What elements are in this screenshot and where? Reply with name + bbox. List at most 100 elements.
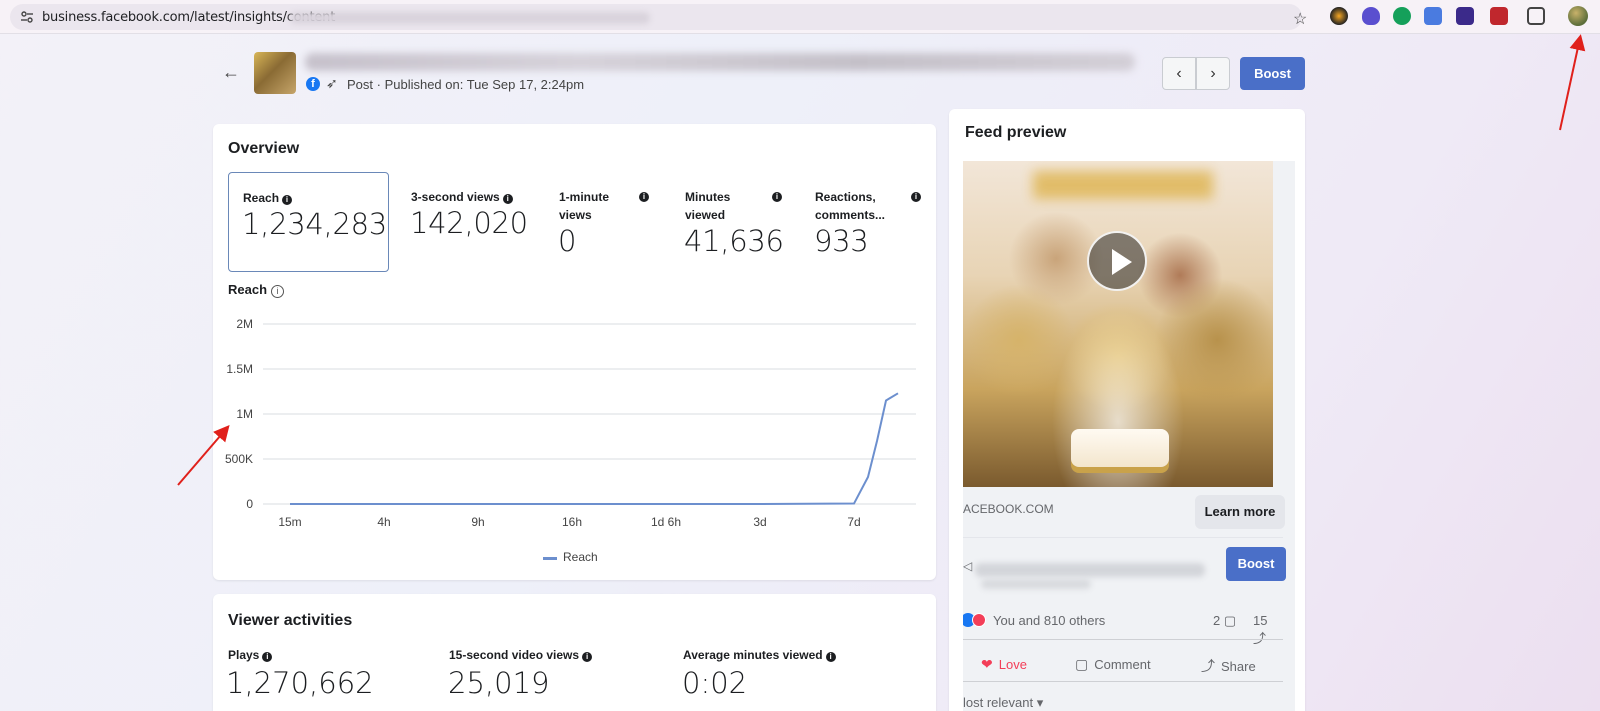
extensions-puzzle-icon[interactable] <box>1527 7 1545 25</box>
chevron-right-icon: › <box>1210 65 1216 82</box>
annotation-arrow-profile <box>1559 34 1586 131</box>
metric-label: Average minutes viewed <box>683 648 823 662</box>
plays-value: 1,270,662 <box>226 666 374 700</box>
translate-icon[interactable] <box>1424 7 1442 25</box>
feed-preview-title: Feed preview <box>965 124 1067 141</box>
info-icon[interactable]: i <box>262 652 273 662</box>
grammarly-icon[interactable] <box>1393 7 1411 25</box>
comments-count: 2 <box>1213 613 1221 628</box>
x-tick-label: 16h <box>562 515 582 529</box>
thumbs-icon: ◁ <box>963 559 973 573</box>
info-icon[interactable]: i <box>582 652 593 662</box>
overview-card: Overview Reach i 1,234,283 3-second views… <box>213 124 936 580</box>
info-circle-icon[interactable]: i <box>271 285 285 298</box>
comment-sort-dropdown[interactable]: lost relevant ▾ <box>963 695 1043 711</box>
comment-icon: ▢ <box>1075 656 1089 672</box>
viewer-activities-title: Viewer activities <box>228 612 353 629</box>
love-icon: ❤ <box>981 656 993 672</box>
extension-badge-icon[interactable] <box>1456 7 1474 25</box>
address-bar[interactable]: business.facebook.com/latest/insights/co… <box>10 4 1307 30</box>
chevron-left-icon: ‹ <box>1176 65 1182 82</box>
love-label: Love <box>998 657 1027 672</box>
birthday-cake-illustration <box>1071 429 1169 467</box>
fifteen-second-views-value: 25,019 <box>448 666 550 700</box>
metric-label: Minutes viewed <box>685 190 731 222</box>
metric-label: 3-second views <box>411 190 500 204</box>
feed-preview-frame[interactable]: ACEBOOK.COM Learn more ◁ Boost You and 8… <box>963 161 1295 711</box>
metric-label: 1-minute views <box>559 190 610 222</box>
url-blurred-segment <box>290 12 650 24</box>
metric-value: 1,234,283 <box>242 207 387 241</box>
y-tick-label: 1M <box>236 407 253 421</box>
info-icon[interactable]: i <box>825 652 836 662</box>
feed-preview-card: Feed preview ACEBOOK.COM Learn more ◁ Bo… <box>949 109 1305 711</box>
shares-count: 15 <box>1253 613 1268 628</box>
browser-toolbar: business.facebook.com/latest/insights/co… <box>0 0 1600 34</box>
play-icon[interactable] <box>1087 231 1147 291</box>
divider <box>963 537 1283 538</box>
profile-avatar[interactable] <box>1568 6 1588 26</box>
metric-3-second-views[interactable]: 3-second views i 142,020 <box>397 172 537 272</box>
caption-blurred-line <box>981 579 1091 589</box>
metric-label: 15-second video views <box>449 648 580 662</box>
y-tick-label: 0 <box>246 497 253 511</box>
divider <box>963 681 1283 682</box>
comment-label: Comment <box>1094 657 1151 672</box>
link-domain: ACEBOOK.COM <box>963 502 1054 516</box>
metric-reactions[interactable]: Reactions, comments... i 933 <box>801 172 931 272</box>
back-arrow-icon[interactable]: ← <box>222 62 240 83</box>
reactions-text[interactable]: You and 810 others <box>993 613 1105 628</box>
reach-series-line <box>290 392 899 505</box>
learn-more-button[interactable]: Learn more <box>1195 495 1285 529</box>
next-post-button[interactable]: › <box>1196 57 1230 90</box>
site-info-icon[interactable] <box>20 10 34 24</box>
extension-1-icon[interactable] <box>1330 7 1348 25</box>
post-thumbnail <box>254 52 296 94</box>
love-reaction-icon <box>972 613 986 627</box>
metric-reach[interactable]: Reach i 1,234,283 <box>228 172 389 272</box>
caption-blurred <box>975 563 1205 577</box>
legend-label[interactable]: Reach <box>563 550 598 564</box>
boost-preview-button[interactable]: Boost <box>1226 547 1286 581</box>
post-video-thumbnail[interactable] <box>963 161 1273 487</box>
overview-title: Overview <box>228 140 300 157</box>
y-tick-label: 2M <box>236 317 253 331</box>
info-icon[interactable]: i <box>772 192 782 202</box>
facebook-icon: f <box>306 77 320 91</box>
post-meta: Post · Published on: Tue Sep 17, 2:24pm <box>347 77 585 92</box>
love-button[interactable]: ❤ Love <box>981 656 1027 673</box>
share-button[interactable]: ⤴ Share <box>1201 656 1256 676</box>
share-icon: ⤴ <box>1201 658 1215 674</box>
metric-value: 142,020 <box>410 206 528 240</box>
reactions-summary[interactable]: You and 810 others 2 ▢ 15 ⤴ <box>963 611 1283 646</box>
y-tick-label: 1.5M <box>226 362 253 376</box>
average-minutes-viewed-value: 0:02 <box>682 666 748 700</box>
reach-line-chart: 0 500K 1M 1.5M 2M 15m 4h 9h 16h 1d 6h 3d 7d <box>225 317 916 529</box>
metric-1-minute-views[interactable]: 1-minute views i 0 <box>545 172 663 272</box>
x-tick-label: 3d <box>753 515 766 529</box>
x-tick-label: 9h <box>471 515 484 529</box>
metric-minutes-viewed[interactable]: Minutes viewed i 41,636 <box>671 172 796 272</box>
extension-red-icon[interactable] <box>1490 7 1508 25</box>
bookmark-star-icon[interactable]: ☆ <box>1293 9 1307 29</box>
sort-label: lost relevant <box>963 695 1034 710</box>
viewer-activities-card: Viewer activities Plays i 1,270,662 15-se… <box>213 594 936 711</box>
info-icon[interactable]: i <box>502 194 513 204</box>
boost-button[interactable]: Boost <box>1240 57 1305 90</box>
previous-post-button[interactable]: ‹ <box>1162 57 1196 90</box>
x-tick-label: 4h <box>377 515 390 529</box>
metric-label: Reach <box>243 191 280 205</box>
extension-2-icon[interactable] <box>1362 7 1380 25</box>
info-icon[interactable]: i <box>639 192 649 202</box>
x-tick-label: 15m <box>278 515 301 529</box>
metric-value: 41,636 <box>684 224 784 258</box>
metric-label: Plays <box>228 648 260 662</box>
metric-label: Reactions, comments... <box>815 190 886 222</box>
post-title-blurred <box>305 53 1135 71</box>
info-icon[interactable]: i <box>911 192 921 202</box>
info-icon[interactable]: i <box>282 195 293 205</box>
comment-button[interactable]: ▢ Comment <box>1075 656 1151 673</box>
chart-title: Reach <box>228 282 268 297</box>
x-tick-label: 7d <box>847 515 860 529</box>
caret-down-icon: ▾ <box>1036 695 1044 710</box>
